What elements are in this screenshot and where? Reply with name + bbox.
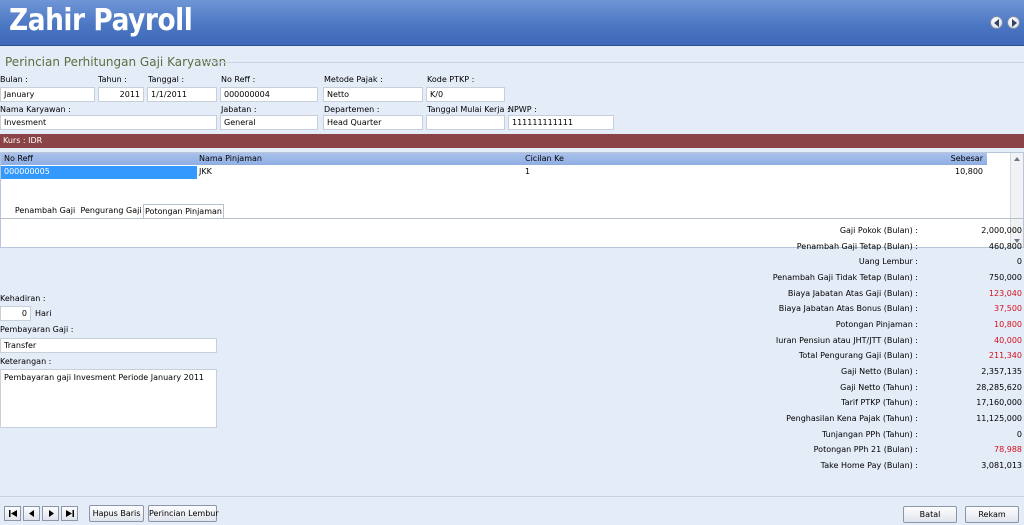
summary-value: 123,040 [988, 289, 1022, 298]
app-title: Zahir Payroll [9, 3, 193, 38]
summary-label: Penambah Gaji Tetap (Bulan) : [796, 242, 918, 251]
forward-arrow-icon[interactable] [1007, 16, 1020, 29]
summary-label: Iuran Pensiun atau JHT/JTT (Bulan) : [775, 336, 918, 345]
first-record-icon[interactable] [4, 506, 21, 521]
summary-value: 0 [1016, 257, 1022, 266]
summary-value: 211,340 [988, 351, 1022, 360]
summary-label: Tarif PTKP (Tahun) : [841, 398, 918, 407]
summary-value: 40,000 [994, 336, 1022, 345]
previous-record-icon[interactable] [23, 506, 40, 521]
summary-label: Total Pengurang Gaji (Bulan) : [798, 351, 918, 360]
hapus-baris-button[interactable]: Hapus Baris [89, 505, 144, 522]
summary-value: 0 [1016, 430, 1022, 439]
next-record-icon[interactable] [42, 506, 59, 521]
summary-label: Biaya Jabatan Atas Bonus (Bulan) : [778, 304, 918, 313]
last-record-icon[interactable] [61, 506, 78, 521]
batal-button[interactable]: Batal [903, 506, 957, 523]
summary-value: 460,800 [988, 242, 1022, 251]
summary-value: 78,988 [994, 445, 1022, 454]
summary-value: 37,500 [994, 304, 1022, 313]
summary-label: Penghasilan Kena Pajak (Tahun) : [786, 414, 918, 423]
rekam-button[interactable]: Rekam [965, 506, 1019, 523]
back-arrow-icon[interactable] [990, 16, 1003, 29]
summary-value: 17,160,000 [976, 398, 1022, 407]
summary-label: Gaji Netto (Bulan) : [841, 367, 918, 376]
summary-value: 11,125,000 [976, 414, 1022, 423]
app-header: Zahir Payroll [0, 0, 1024, 46]
main-content: Perincian Perhitungan Gaji Karyawan Bula… [0, 46, 1024, 496]
footer-toolbar: Hapus Baris Perincian Lembur Batal Rekam [0, 496, 1024, 525]
summary-label: Potongan Pinjaman : [835, 320, 918, 329]
perincian-lembur-button[interactable]: Perincian Lembur [148, 505, 219, 522]
summary-label: Take Home Pay (Bulan) : [820, 461, 918, 470]
summary-value: 28,285,620 [976, 383, 1022, 392]
salary-summary: Gaji Pokok (Bulan) : 2,000,000 Penambah Ga… [0, 46, 1024, 496]
summary-value: 3,081,013 [981, 461, 1022, 470]
summary-label: Potongan PPh 21 (Bulan) : [813, 445, 918, 454]
summary-label: Gaji Pokok (Bulan) : [839, 226, 918, 235]
summary-value: 2,357,135 [981, 367, 1022, 376]
summary-value: 750,000 [988, 273, 1022, 282]
summary-label: Tunjangan PPh (Tahun) : [821, 430, 918, 439]
summary-label: Biaya Jabatan Atas Gaji (Bulan) : [787, 289, 918, 298]
summary-label: Uang Lembur : [858, 257, 918, 266]
summary-value: 10,800 [994, 320, 1022, 329]
summary-label: Gaji Netto (Tahun) : [840, 383, 918, 392]
summary-label: Penambah Gaji Tidak Tetap (Bulan) : [772, 273, 918, 282]
summary-value: 2,000,000 [981, 226, 1022, 235]
